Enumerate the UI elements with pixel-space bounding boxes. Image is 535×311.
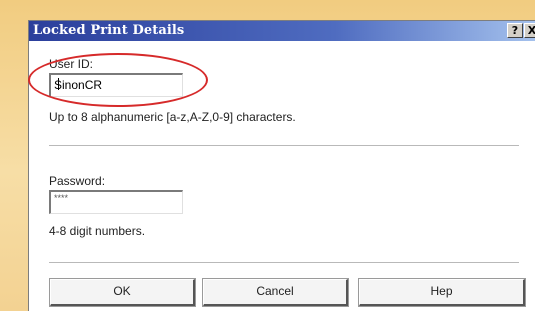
locked-print-dialog: Locked Print Details ? X User ID: SinonC…	[28, 20, 535, 311]
password-hint: 4-8 digit numbers.	[49, 224, 146, 238]
user-id-value: SinonCR	[54, 78, 103, 92]
help-button[interactable]: Hep	[358, 278, 526, 307]
password-value: ****	[54, 193, 69, 203]
password-input[interactable]: ****	[49, 190, 183, 214]
help-icon[interactable]: ?	[507, 23, 523, 38]
separator	[49, 145, 519, 147]
cancel-button[interactable]: Cancel	[202, 278, 349, 307]
text-caret	[58, 78, 59, 90]
user-id-label: User ID:	[49, 57, 94, 71]
user-id-input[interactable]: SinonCR	[49, 73, 183, 97]
separator	[49, 262, 519, 264]
title-bar[interactable]: Locked Print Details ? X	[29, 21, 535, 41]
close-icon[interactable]: X	[524, 23, 535, 38]
dialog-title: Locked Print Details	[33, 23, 185, 38]
ok-button[interactable]: OK	[49, 278, 196, 307]
user-id-hint: Up to 8 alphanumeric [a-z,A-Z,0-9] chara…	[49, 110, 296, 124]
password-label: Password:	[49, 174, 106, 188]
